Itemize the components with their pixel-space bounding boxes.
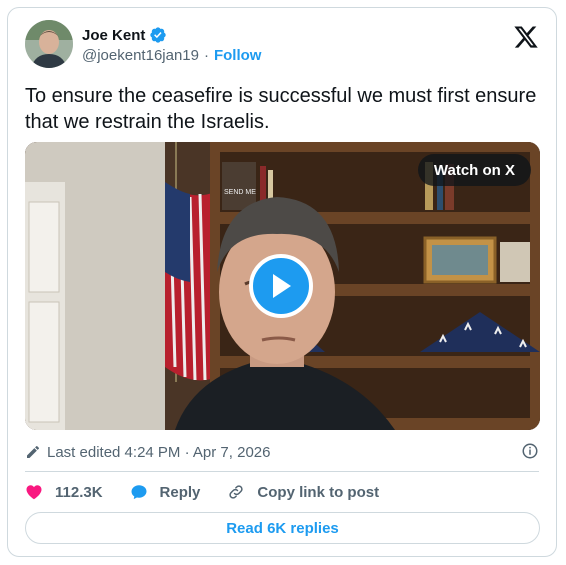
tweet-header: Joe Kent @joekent16jan19 · Follow: [25, 20, 539, 72]
read-replies-button[interactable]: Read 6K replies: [25, 512, 540, 544]
play-button[interactable]: [249, 254, 313, 318]
copy-link-button[interactable]: Copy link to post: [227, 483, 379, 501]
reply-label: Reply: [159, 483, 201, 501]
author-handle[interactable]: @joekent16jan19: [82, 47, 199, 64]
play-icon: [273, 274, 291, 298]
heart-icon: [26, 485, 42, 500]
avatar-photo: [25, 20, 73, 68]
divider: [25, 471, 539, 472]
pencil-icon: [27, 445, 40, 458]
tweet-text: To ensure the ceasefire is successful we…: [25, 85, 537, 133]
follow-button[interactable]: Follow: [214, 47, 262, 64]
verified-badge-icon: [150, 27, 167, 43]
reply-button[interactable]: Reply: [130, 483, 201, 501]
edited-meta: Last edited 4:24 PM · Apr 7, 2026: [25, 440, 539, 464]
video-player[interactable]: SEND ME Watch on X: [25, 142, 540, 430]
link-icon: [229, 485, 244, 499]
x-logo-icon[interactable]: [513, 24, 539, 50]
copy-link-label: Copy link to post: [257, 483, 380, 501]
like-button[interactable]: 112.3K: [25, 483, 103, 501]
book-title: SEND ME: [224, 189, 256, 196]
avatar[interactable]: [25, 20, 73, 68]
action-bar: 112.3K Reply Copy link to post: [25, 480, 406, 504]
tweet-card: Joe Kent @joekent16jan19 · Follow To ens…: [7, 7, 557, 557]
watch-on-x-button[interactable]: Watch on X: [417, 154, 531, 186]
separator-dot: ·: [203, 47, 209, 64]
like-count: 112.3K: [55, 483, 103, 501]
reply-bubble-icon: [131, 485, 147, 500]
author-name[interactable]: Joe Kent: [82, 27, 145, 44]
info-icon[interactable]: [521, 442, 539, 460]
edited-timestamp[interactable]: Last edited 4:24 PM · Apr 7, 2026: [47, 444, 270, 461]
